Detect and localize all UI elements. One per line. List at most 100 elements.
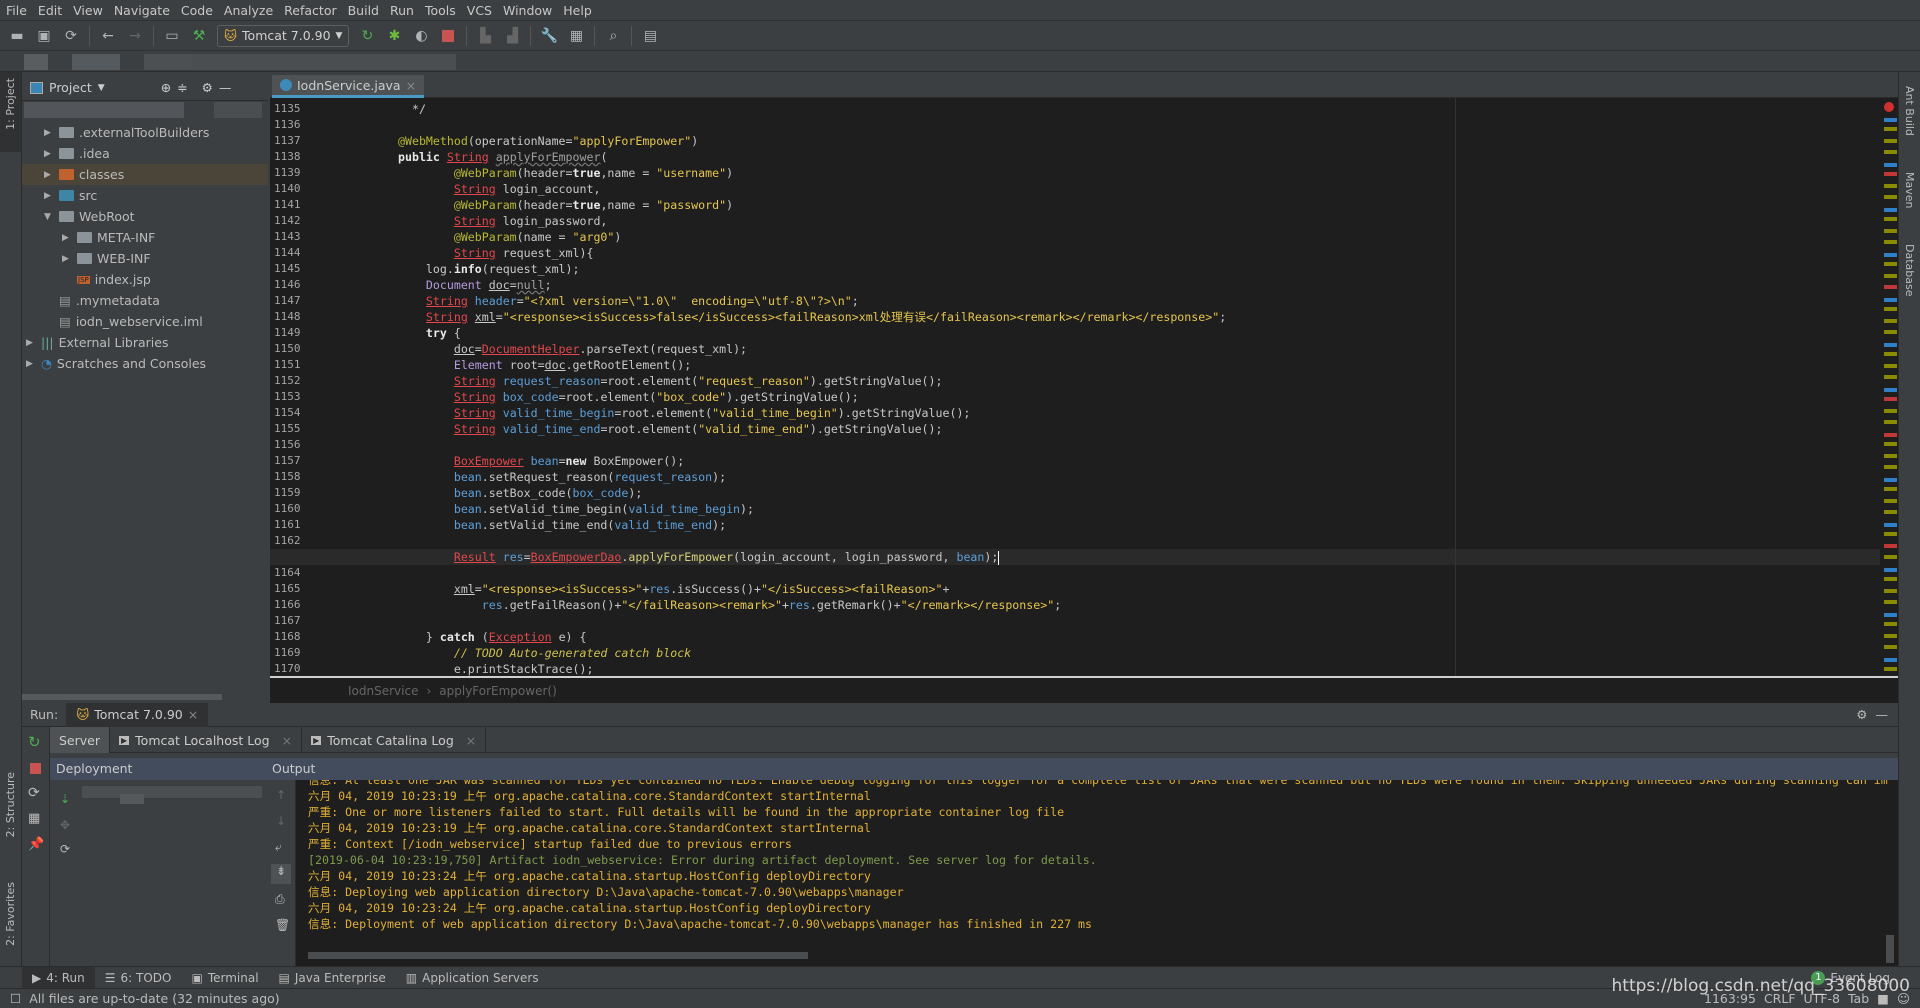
stripe-marker[interactable]	[1884, 523, 1897, 527]
blurred-deployment-item[interactable]	[82, 786, 262, 798]
chevron-down-icon[interactable]: ▼	[98, 83, 105, 93]
stripe-marker[interactable]	[1884, 658, 1897, 662]
undeploy-icon[interactable]: ✥	[60, 818, 70, 832]
menu-code[interactable]: Code	[181, 3, 213, 18]
stripe-marker[interactable]	[1884, 208, 1897, 212]
stripe-marker[interactable]	[1884, 645, 1897, 649]
stripe-marker[interactable]	[1884, 442, 1897, 446]
tree-item[interactable]: ▤ iodn_webservice.iml	[44, 311, 203, 332]
stripe-marker[interactable]	[1884, 172, 1897, 176]
structure-tool-label[interactable]: 2: Structure	[4, 772, 17, 837]
rerun-icon[interactable]: ↻	[358, 27, 376, 45]
tree-item[interactable]: ▤ .mymetadata	[44, 290, 160, 311]
stripe-marker[interactable]	[1884, 577, 1897, 581]
stripe-marker[interactable]	[1884, 589, 1897, 593]
locate-target-icon[interactable]: ⊕	[161, 80, 171, 95]
stripe-marker[interactable]	[1884, 240, 1897, 244]
horizontal-scrollbar[interactable]	[22, 694, 222, 700]
chevron-right-icon[interactable]: ▶	[44, 191, 54, 201]
search-icon[interactable]: ⌕	[604, 27, 622, 45]
tab-application-servers[interactable]: ▥ Application Servers	[396, 967, 549, 989]
menu-window[interactable]: Window	[503, 3, 552, 18]
stop-icon[interactable]	[30, 763, 41, 774]
horizontal-scrollbar[interactable]	[308, 952, 808, 959]
menu-navigate[interactable]: Navigate	[114, 3, 170, 18]
menu-edit[interactable]: Edit	[38, 3, 62, 18]
code-line[interactable]: String valid_time_begin=root.element("va…	[270, 405, 1880, 421]
menu-help[interactable]: Help	[563, 3, 592, 18]
stripe-marker[interactable]	[1884, 184, 1897, 188]
stripe-marker[interactable]	[1884, 163, 1897, 167]
stripe-marker[interactable]	[1884, 330, 1897, 334]
code-line[interactable]: @WebParam(header=true,name = "password")	[270, 197, 1880, 213]
up-arrow-icon[interactable]: ↑	[276, 788, 286, 802]
gear-icon[interactable]: ⚙	[202, 80, 213, 95]
sync-icon[interactable]: ⟳	[62, 27, 80, 45]
stripe-marker[interactable]	[1884, 307, 1897, 311]
tree-item[interactable]: ▶ WEB-INF	[62, 248, 151, 269]
error-stripe[interactable]	[1880, 98, 1898, 676]
database-sync-icon[interactable]: ▤	[641, 27, 659, 45]
tab-terminal[interactable]: ▣ Terminal	[181, 967, 268, 989]
open-folder-icon[interactable]: ▬	[8, 27, 26, 45]
stripe-marker[interactable]	[1884, 613, 1897, 617]
stripe-marker[interactable]	[1884, 487, 1897, 491]
chevron-right-icon[interactable]: ▶	[44, 170, 54, 180]
code-line[interactable]: // TODO Auto-generated catch block	[270, 645, 1880, 661]
stripe-marker[interactable]	[1884, 465, 1897, 469]
code-line[interactable]	[270, 613, 1880, 629]
code-line[interactable]: @WebParam(header=true,name = "username")	[270, 165, 1880, 181]
code-line[interactable]: String request_reason=root.element("requ…	[270, 373, 1880, 389]
code-line[interactable]: String box_code=root.element("box_code")…	[270, 389, 1880, 405]
code-line[interactable]	[270, 565, 1880, 581]
pin-icon[interactable]: 📌	[28, 837, 44, 852]
code-line[interactable]: log.info(request_xml);	[270, 261, 1880, 277]
minimize-icon[interactable]: —	[1876, 707, 1889, 722]
settings-wrench-icon[interactable]: 🔧	[540, 27, 558, 45]
tab-todo[interactable]: ☰ 6: TODO	[95, 967, 182, 989]
tree-item[interactable]: ▶ ||| External Libraries	[26, 332, 168, 353]
print-icon[interactable]: ⎙	[275, 892, 285, 907]
stripe-marker[interactable]	[1884, 139, 1897, 143]
stripe-marker[interactable]	[1884, 298, 1897, 302]
code-line[interactable]: } catch (Exception e) {	[270, 629, 1880, 645]
tree-item[interactable]: ▶ src	[44, 185, 97, 206]
code-line[interactable]: @WebMethod(operationName="applyForEmpowe…	[270, 133, 1880, 149]
save-icon[interactable]: ▣	[35, 27, 53, 45]
stripe-marker[interactable]	[1884, 343, 1897, 347]
code-line[interactable]	[270, 117, 1880, 133]
stripe-marker[interactable]	[1884, 364, 1897, 368]
soft-wrap-icon[interactable]: ⤶	[275, 840, 282, 855]
stripe-marker[interactable]	[1884, 544, 1897, 548]
trash-icon[interactable]: 🗑	[275, 918, 290, 932]
code-line[interactable]: bean.setValid_time_end(valid_time_end);	[270, 517, 1880, 533]
code-line[interactable]: @WebParam(name = "arg0")	[270, 229, 1880, 245]
run-with-coverage-icon[interactable]: ◐	[412, 27, 430, 45]
stripe-marker[interactable]	[1884, 375, 1897, 379]
code-line[interactable]: String valid_time_end=root.element("vali…	[270, 421, 1880, 437]
stripe-marker[interactable]	[1884, 409, 1897, 413]
tab-iodnservice-java[interactable]: IodnService.java ×	[272, 75, 425, 98]
menu-view[interactable]: View	[73, 3, 103, 18]
stripe-marker[interactable]	[1884, 388, 1897, 392]
tree-item[interactable]: ▼ WebRoot	[44, 206, 135, 227]
stripe-marker[interactable]	[1884, 555, 1897, 559]
code-line[interactable]: Document doc=null;	[270, 277, 1880, 293]
tab-run[interactable]: ▶ 4: Run	[22, 966, 95, 989]
close-icon[interactable]: ×	[466, 733, 476, 748]
update-resources-icon[interactable]: ⟳	[28, 785, 40, 801]
tab-tomcat-localhost-log[interactable]: ▶ Tomcat Localhost Log ×	[110, 727, 303, 753]
vertical-scrollbar[interactable]	[1886, 935, 1894, 963]
stripe-marker[interactable]	[1884, 420, 1897, 424]
code-line[interactable]: bean.setBox_code(box_code);	[270, 485, 1880, 501]
stripe-marker[interactable]	[1884, 433, 1897, 437]
menu-vcs[interactable]: VCS	[467, 3, 492, 18]
project-view-select[interactable]: Project	[49, 80, 92, 95]
stripe-marker[interactable]	[1884, 634, 1897, 638]
rerun-icon[interactable]: ↻	[28, 733, 41, 751]
stripe-marker[interactable]	[1884, 397, 1897, 401]
code-line[interactable]: e.printStackTrace();	[270, 661, 1880, 676]
code-line[interactable]: Element root=doc.getRootElement();	[270, 357, 1880, 373]
stripe-marker[interactable]	[1884, 622, 1897, 626]
error-indicator-icon[interactable]	[1884, 102, 1894, 112]
